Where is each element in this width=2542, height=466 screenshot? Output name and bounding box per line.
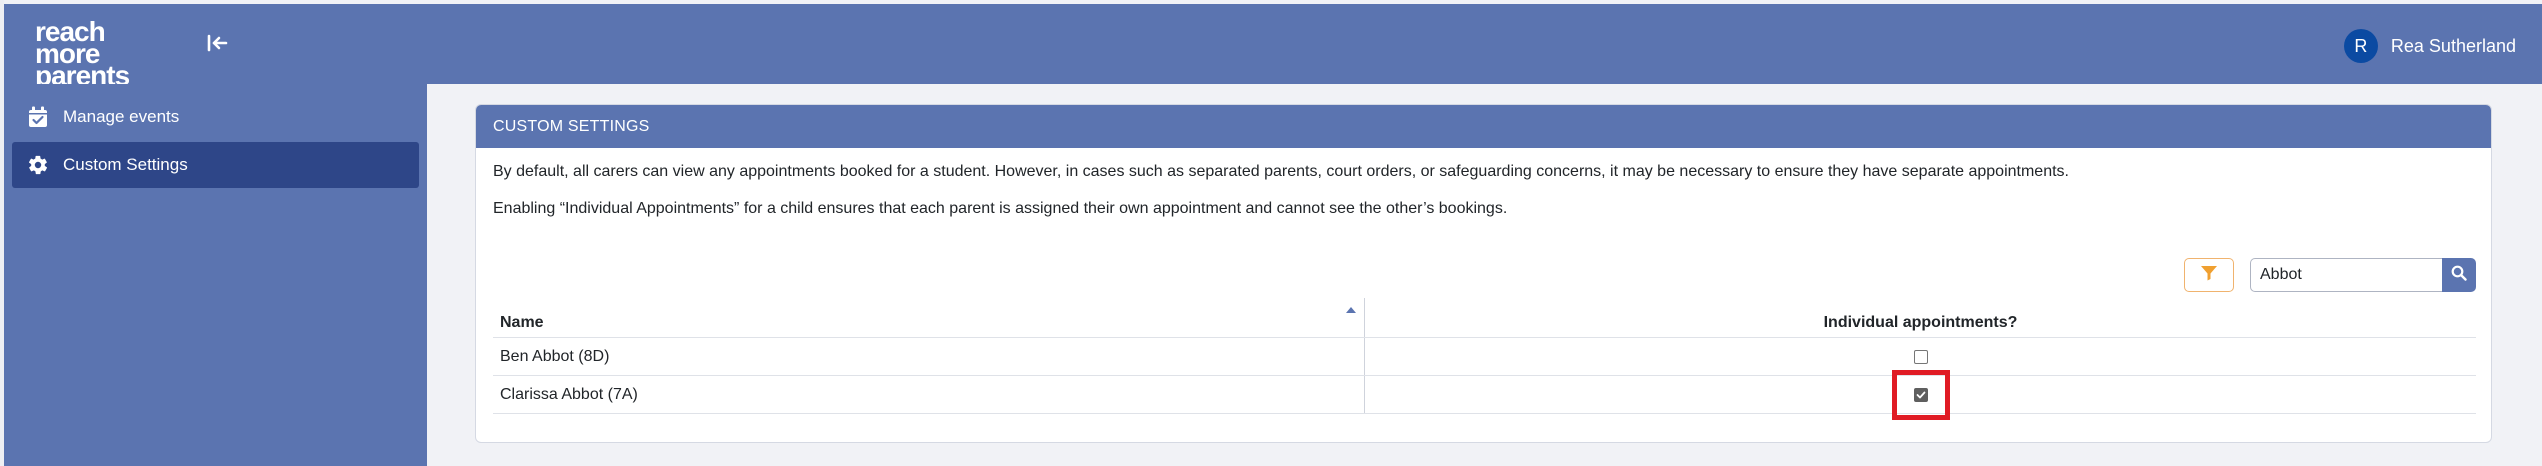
student-name-cell: Ben Abbot (8D): [493, 338, 1365, 375]
description-paragraph-1: By default, all carers can view any appo…: [493, 163, 2069, 180]
sidebar-item-label: Custom Settings: [63, 155, 188, 174]
filter-button[interactable]: [2184, 258, 2234, 292]
brand-line-1: reach more: [35, 16, 106, 69]
description-paragraph-2: Enabling “Individual Appointments” for a…: [493, 200, 1508, 217]
filter-icon: [2200, 265, 2218, 286]
sidebar: Manage events Custom Settings: [4, 84, 427, 466]
table-header: Name Individual appointments?: [493, 298, 2476, 338]
column-header-name[interactable]: Name: [493, 298, 1365, 337]
search-box: [2250, 258, 2476, 292]
gear-icon: [27, 154, 49, 176]
student-name-cell: Clarissa Abbot (7A): [493, 376, 1365, 413]
individual-cell: [1365, 338, 2476, 375]
table-row: Ben Abbot (8D): [493, 338, 2476, 376]
arrow-left-to-line-icon: [206, 33, 228, 58]
sidebar-item-label: Manage events: [63, 107, 180, 126]
sidebar-item-manage-events[interactable]: Manage events: [12, 94, 419, 140]
individual-appointments-checkbox[interactable]: [1913, 387, 1928, 402]
top-bar: reach more parents R Rea Sutherland: [4, 4, 2542, 90]
students-table: Name Individual appointments? Ben Abbot …: [493, 298, 2476, 420]
sidebar-item-custom-settings[interactable]: Custom Settings: [12, 142, 419, 188]
check-icon: [1916, 391, 1925, 398]
individual-appointments-checkbox[interactable]: [1913, 349, 1928, 364]
calendar-check-icon: [27, 106, 49, 128]
avatar: R: [2343, 29, 2378, 63]
search-input[interactable]: [2250, 258, 2442, 292]
sort-ascending-icon: [1346, 307, 1356, 313]
search-button[interactable]: [2442, 258, 2476, 292]
user-name: Rea Sutherland: [2390, 35, 2516, 56]
search-icon: [2451, 265, 2467, 286]
user-menu[interactable]: R Rea Sutherland: [2343, 28, 2516, 64]
column-header-name-label: Name: [500, 313, 544, 331]
individual-cell: [1365, 369, 2476, 420]
card-title: CUSTOM SETTINGS: [476, 105, 2491, 148]
collapse-sidebar-button[interactable]: [202, 30, 232, 60]
brand-logo[interactable]: reach more parents: [35, 16, 175, 90]
column-header-individual-label: Individual appointments?: [1823, 313, 2018, 331]
table-row: Clarissa Abbot (7A): [493, 369, 2476, 420]
custom-settings-card: CUSTOM SETTINGS By default, all carers c…: [475, 104, 2492, 443]
column-header-individual[interactable]: Individual appointments?: [1365, 298, 2476, 337]
